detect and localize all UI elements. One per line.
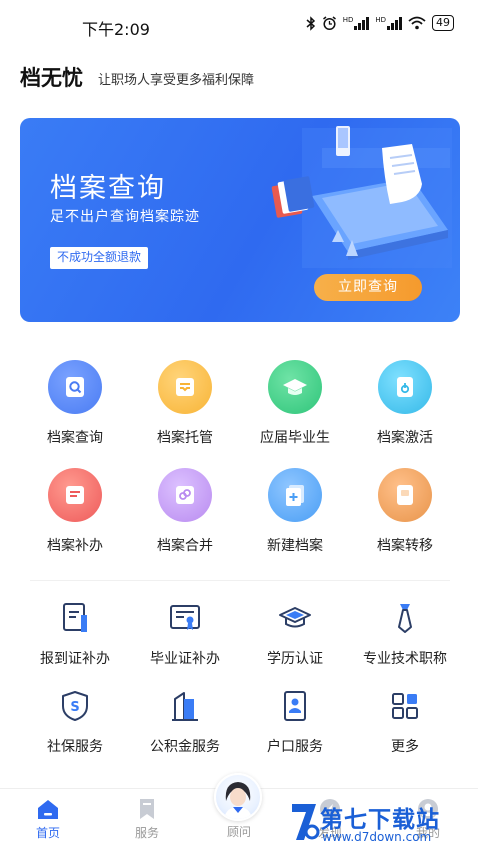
app-title: 档无忧 [20, 66, 83, 90]
app-slogan: 让职场人享受更多福利保障 [98, 73, 255, 88]
promo-banner[interactable]: 档案查询 足不出户查询档案踪迹 不成功全额退款 立即查询 [20, 118, 460, 322]
service-label: 新建档案 [267, 538, 323, 554]
watermark-title: 第七下载站 [320, 807, 440, 833]
service-label: 档案转移 [377, 538, 433, 554]
status-bar: 下午2:09 HD HD 49 [0, 0, 478, 46]
service-new-archive[interactable]: 新建档案 [240, 468, 350, 576]
service-archive-merge[interactable]: 档案合并 [130, 468, 240, 576]
nav-home[interactable]: 首页 [18, 797, 78, 841]
secondary-services-grid: 报到证补办 毕业证补办 学历认证 专业技术职称 S 社保服务 公积金服务 户口服… [20, 600, 460, 776]
primary-services-grid: 档案查询 档案托管 应届毕业生 档案激活 档案补办 档案合并 新建档案 档案转移 [20, 360, 460, 576]
nav-label: 服务 [134, 826, 159, 840]
service-label: 学历认证 [267, 651, 323, 667]
search-doc-icon [48, 360, 102, 414]
service-label: 报到证补办 [40, 651, 110, 667]
watermark-logo [292, 804, 320, 840]
service-fresh-graduate[interactable]: 应届毕业生 [240, 360, 350, 468]
report-certificate-icon [57, 600, 93, 636]
watermark: 第七下载站 www.d7down.com [290, 798, 478, 850]
service-label: 档案激活 [377, 430, 433, 446]
watermark-url: www.d7down.com [322, 830, 432, 844]
service-label: 档案托管 [157, 430, 213, 446]
service-label: 户口服务 [267, 739, 323, 755]
service-label: 专业技术职称 [363, 651, 447, 667]
new-doc-icon [268, 468, 322, 522]
service-degree-certification[interactable]: 学历认证 [240, 600, 350, 688]
query-now-button[interactable]: 立即查询 [314, 274, 422, 301]
service-label: 档案补办 [47, 538, 103, 554]
service-housing-fund[interactable]: 公积金服务 [130, 688, 240, 776]
signal-icon: HD [375, 16, 402, 30]
service-report-cert-reissue[interactable]: 报到证补办 [20, 600, 130, 688]
reissue-doc-icon [48, 468, 102, 522]
service-professional-title[interactable]: 专业技术职称 [350, 600, 460, 688]
graduation-cap-icon [268, 360, 322, 414]
nav-services[interactable]: 服务 [117, 797, 177, 841]
service-label: 毕业证补办 [150, 651, 220, 667]
grid-more-icon [387, 688, 423, 724]
tie-icon [387, 600, 423, 636]
alarm-icon [322, 15, 336, 30]
mortarboard-icon [277, 600, 313, 636]
service-more[interactable]: 更多 [350, 688, 460, 776]
bluetooth-icon [306, 15, 315, 31]
banner-title: 档案查询 [50, 173, 166, 204]
wifi-icon [408, 16, 426, 30]
service-social-security[interactable]: S 社保服务 [20, 688, 130, 776]
section-divider [30, 580, 450, 581]
signal-icon: HD [343, 16, 370, 30]
nav-advisor[interactable]: 顾问 [209, 823, 269, 840]
service-label: 应届毕业生 [260, 430, 330, 446]
tray-icon [158, 360, 212, 414]
signal-label: HD [375, 16, 386, 24]
laptop-illustration [271, 126, 452, 268]
merge-doc-icon [158, 468, 212, 522]
status-icons: HD HD 49 [306, 15, 454, 31]
service-diploma-reissue[interactable]: 毕业证补办 [130, 600, 240, 688]
service-archive-activate[interactable]: 档案激活 [350, 360, 460, 468]
service-archive-custody[interactable]: 档案托管 [130, 360, 240, 468]
diploma-icon [167, 600, 203, 636]
service-label: 档案查询 [47, 430, 103, 446]
bookmark-icon [140, 799, 154, 819]
power-doc-icon [378, 360, 432, 414]
refund-tag: 不成功全额退款 [50, 247, 149, 269]
service-archive-query[interactable]: 档案查询 [20, 360, 130, 468]
home-icon [38, 800, 58, 819]
transfer-doc-icon [378, 468, 432, 522]
status-time: 下午2:09 [82, 20, 150, 39]
svg-text:S: S [70, 700, 79, 715]
battery-icon: 49 [432, 15, 454, 31]
service-label: 更多 [391, 739, 419, 755]
banner-subtitle: 足不出户查询档案踪迹 [50, 209, 200, 225]
advisor-avatar[interactable] [214, 773, 262, 821]
signal-label: HD [342, 16, 354, 24]
service-label: 档案合并 [157, 538, 213, 554]
service-household-registration[interactable]: 户口服务 [240, 688, 350, 776]
nav-label: 首页 [35, 826, 60, 840]
building-icon [167, 688, 203, 724]
id-card-icon [277, 688, 313, 724]
service-archive-transfer[interactable]: 档案转移 [350, 468, 460, 576]
nav-label: 顾问 [226, 825, 251, 839]
service-archive-reissue[interactable]: 档案补办 [20, 468, 130, 576]
service-label: 社保服务 [47, 739, 103, 755]
service-label: 公积金服务 [150, 739, 220, 755]
shield-s-icon: S [57, 688, 93, 724]
